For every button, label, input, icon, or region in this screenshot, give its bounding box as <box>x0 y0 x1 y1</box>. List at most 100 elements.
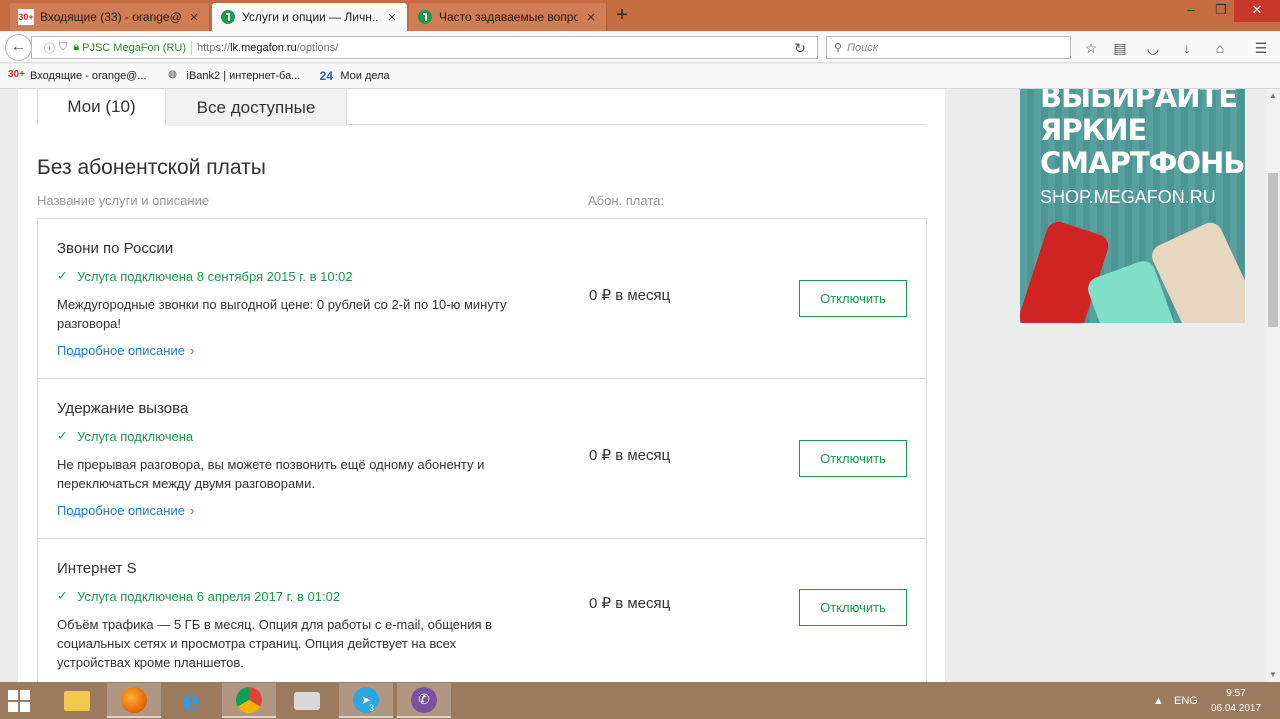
download-icon[interactable]: ↓ <box>1178 39 1196 57</box>
search-placeholder: Поиск <box>847 41 878 54</box>
scroll-up-icon[interactable]: ▲ <box>1266 89 1280 103</box>
section-title: Без абонентской платы <box>37 156 266 179</box>
service-fee: 0 ₽ в месяц <box>589 447 671 464</box>
reload-icon[interactable]: ↻ <box>790 39 810 57</box>
windows-start-icon[interactable] <box>8 690 30 712</box>
home-icon[interactable]: ⌂ <box>1211 39 1229 57</box>
details-link[interactable]: Подробное описание › <box>57 343 194 358</box>
minimize-window-icon[interactable]: – <box>1174 0 1208 22</box>
url-scheme: https:// <box>197 41 231 54</box>
reading-list-icon[interactable]: ▤ <box>1111 39 1129 57</box>
search-icon: ⚲ <box>834 42 843 54</box>
service-description: Не прерывая разговора, вы можете позвони… <box>57 457 485 491</box>
tasks-24-icon: 24 <box>319 69 334 83</box>
browser-tab-gmail[interactable]: 30+ Входящие (33) - orange@... × <box>10 3 210 31</box>
bookmark-ibank2[interactable]: ◍ iBank2 | интернет-ба... <box>165 69 301 83</box>
show-hidden-icons-icon[interactable]: ▲ <box>1153 682 1164 719</box>
tab-all-available[interactable]: Все доступные <box>166 89 347 126</box>
checkmark-icon: ✓ <box>57 428 68 443</box>
bookmark-star-icon[interactable]: ☆ <box>1082 39 1100 57</box>
browser-tab-bar: 30+ Входящие (33) - orange@... × Услуги … <box>0 0 1280 31</box>
tab-my-options[interactable]: Мои (10) <box>37 89 166 126</box>
service-status-text: Услуга подключена <box>77 428 194 444</box>
disable-service-button[interactable]: Отключить <box>799 440 907 477</box>
scrollbar-thumb[interactable] <box>1268 173 1278 327</box>
url-path: /options/ <box>296 41 339 54</box>
menu-icon[interactable]: ☰ <box>1252 39 1270 57</box>
column-header-fee: Абон. плата: <box>588 193 664 208</box>
bookmark-gmail[interactable]: 30+ Входящие - orange@... <box>8 69 147 83</box>
service-name: Интернет S <box>57 560 137 577</box>
service-name: Звони по России <box>57 240 174 257</box>
close-window-icon[interactable]: ✕ <box>1234 0 1280 22</box>
pocket-icon[interactable]: ◡ <box>1144 39 1162 57</box>
main-content: Мои (10) Все доступные Без абонентской п… <box>18 89 945 682</box>
telegram-icon[interactable]: ➤ 3 <box>339 683 393 718</box>
internet-explorer-icon[interactable]: e <box>164 683 218 718</box>
details-link-label: Подробное описание <box>57 343 185 358</box>
service-fee: 0 ₽ в месяц <box>589 595 671 612</box>
firefox-icon[interactable] <box>107 683 161 718</box>
browser-tab-faq[interactable]: Часто задаваемые вопро... × <box>409 3 607 31</box>
service-status: ✓ Услуга подключена <box>57 428 193 444</box>
search-field[interactable]: ⚲ Поиск <box>826 36 1071 59</box>
restore-window-icon[interactable]: ❐ <box>1204 0 1238 22</box>
browser-tab-megafon-options[interactable]: Услуги и опции — Личн... × <box>212 3 407 31</box>
bookmark-label: iBank2 | интернет-ба... <box>186 70 301 82</box>
bookmark-label: Мои дела <box>340 70 390 82</box>
close-tab-icon[interactable]: × <box>187 9 201 26</box>
site-identity[interactable]: PJSC MegaFon (RU) <box>82 42 186 54</box>
gmail-icon: 30+ <box>18 9 34 25</box>
file-explorer-icon[interactable] <box>50 683 104 718</box>
bookmark-my-tasks[interactable]: 24 Мои дела <box>318 69 390 83</box>
smartphones-ad-banner[interactable]: ВЫБИРАЙТЕ ЯРКИЕ СМАРТФОНЫ SHOP.MEGAFON.R… <box>1020 89 1245 323</box>
new-tab-button[interactable]: + <box>610 4 634 28</box>
service-name: Удержание вызова <box>57 400 189 417</box>
close-tab-icon[interactable]: × <box>584 9 598 26</box>
service-item: Звони по России ✓ Услуга подключена 8 се… <box>38 219 926 379</box>
service-description: Междугородные звонки по выгодной цене: 0… <box>57 297 507 331</box>
tab-title: Часто задаваемые вопро... <box>439 10 578 24</box>
url-bar[interactable]: ⓘ ⛉ 🔒︎ PJSC MegaFon (RU) https:// lk.meg… <box>31 36 818 59</box>
service-fee: 0 ₽ в месяц <box>589 287 671 304</box>
printer-icon[interactable] <box>280 683 334 718</box>
checkmark-icon: ✓ <box>57 268 68 283</box>
url-host: lk.megafon.ru <box>230 41 297 54</box>
language-indicator[interactable]: ENG <box>1174 682 1198 719</box>
details-link-label: Подробное описание <box>57 503 185 518</box>
scroll-down-icon[interactable]: ▼ <box>1266 668 1280 682</box>
back-arrow-icon[interactable]: ← <box>5 34 32 61</box>
bookmarks-toolbar: 30+ Входящие - orange@... ◍ iBank2 | инт… <box>0 64 1280 89</box>
vertical-scrollbar[interactable]: ▲ ▼ <box>1266 89 1280 682</box>
service-description: Объём трафика — 5 ГБ в месяц. Опция для … <box>57 617 493 670</box>
bookmark-label: Входящие - orange@... <box>30 70 147 82</box>
globe-icon: ◍ <box>168 69 177 80</box>
service-item: Удержание вызова ✓ Услуга подключена Не … <box>38 379 926 539</box>
service-status-text: Услуга подключена 8 сентября 2015 г. в 1… <box>77 268 353 284</box>
service-status-text: Услуга подключена 6 апреля 2017 г. в 01:… <box>77 588 341 604</box>
clock-date: 06.04.2017 <box>1210 703 1262 714</box>
service-status: ✓ Услуга подключена 8 сентября 2015 г. в… <box>57 268 353 284</box>
details-link[interactable]: Подробное описание › <box>57 503 194 518</box>
gmail-icon: 30+ <box>8 69 25 80</box>
services-list: Звони по России ✓ Услуга подключена 8 се… <box>37 218 927 682</box>
navigation-bar: ← ⓘ ⛉ 🔒︎ PJSC MegaFon (RU) https:// lk.m… <box>0 31 1280 63</box>
info-icon[interactable]: ⓘ <box>44 40 55 56</box>
disable-service-button[interactable]: Отключить <box>799 589 907 626</box>
tab-title: Услуги и опции — Личн... <box>242 10 379 24</box>
ad-headline: ВЫБИРАЙТЕ ЯРКИЕ СМАРТФОНЫ <box>1040 89 1245 180</box>
tab-title: Входящие (33) - orange@... <box>40 10 181 24</box>
system-clock[interactable]: 9:57 06.04.2017 <box>1208 686 1264 716</box>
shield-icon[interactable]: ⛉ <box>59 41 67 54</box>
megafon-icon <box>220 9 236 25</box>
chrome-icon[interactable] <box>222 683 276 718</box>
close-tab-icon[interactable]: × <box>385 9 399 26</box>
megafon-icon <box>417 9 433 25</box>
ad-site: SHOP.MEGAFON.RU <box>1040 187 1216 207</box>
column-header-name: Название услуги и описание <box>37 193 210 208</box>
chevron-right-icon: › <box>189 343 195 358</box>
telegram-badge: 3 <box>369 703 375 713</box>
lock-icon[interactable]: 🔒︎ <box>73 41 79 54</box>
viber-icon[interactable]: ✆ <box>397 683 451 718</box>
disable-service-button[interactable]: Отключить <box>799 280 907 317</box>
